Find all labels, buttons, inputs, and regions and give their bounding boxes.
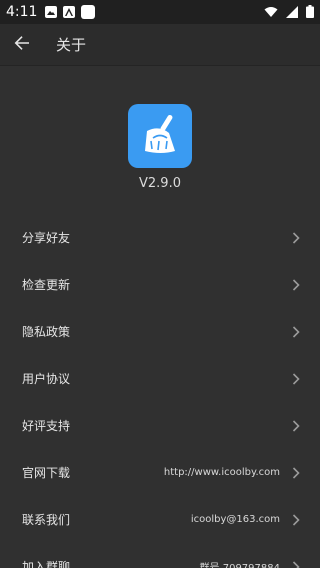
- menu-item-label: 用户协议: [22, 372, 71, 386]
- arrow-left-icon: [14, 35, 30, 55]
- chevron-right-icon: [292, 372, 300, 385]
- chevron-right-icon: [292, 231, 300, 244]
- notification-icons: [45, 5, 96, 19]
- menu-item-label: 检查更新: [22, 278, 71, 292]
- chevron-right-icon: [292, 278, 300, 291]
- broom-icon: [137, 111, 183, 161]
- status-bar: 4:11: [0, 0, 320, 24]
- menu-item-contact-us[interactable]: 联系我们 icoolby@163.com: [0, 496, 320, 543]
- page-title: 关于: [56, 36, 87, 54]
- wifi-icon: [264, 3, 278, 22]
- menu-item-check-update[interactable]: 检查更新: [0, 261, 320, 308]
- chevron-right-icon: [292, 466, 300, 479]
- menu-item-label: 联系我们: [22, 513, 71, 527]
- back-button[interactable]: [0, 24, 44, 66]
- menu-item-value: icoolby@163.com: [190, 514, 280, 525]
- menu-item-label: 好评支持: [22, 419, 71, 433]
- chevron-right-icon: [292, 560, 300, 568]
- battery-icon: [306, 3, 314, 22]
- menu-item-label: 官网下载: [22, 466, 71, 480]
- menu-item-rate-support[interactable]: 好评支持: [0, 402, 320, 449]
- app-notification-icon: [63, 6, 76, 18]
- menu-item-label: 加入群聊: [22, 560, 71, 568]
- image-notification-icon: [45, 6, 58, 18]
- menu-item-share[interactable]: 分享好友: [0, 214, 320, 261]
- square-notification-icon: [81, 5, 96, 19]
- menu-item-privacy-policy[interactable]: 隐私政策: [0, 308, 320, 355]
- chevron-right-icon: [292, 325, 300, 338]
- app-logo: [128, 104, 192, 168]
- menu-item-label: 隐私政策: [22, 325, 71, 339]
- chevron-right-icon: [292, 419, 300, 432]
- menu-item-user-agreement[interactable]: 用户协议: [0, 355, 320, 402]
- menu-item-official-site[interactable]: 官网下载 http://www.icoolby.com: [0, 449, 320, 496]
- menu-item-join-group[interactable]: 加入群聊 群号 709797884: [0, 543, 320, 568]
- status-time: 4:11: [6, 4, 38, 20]
- app-bar: 关于: [0, 24, 320, 66]
- signal-icon: [286, 3, 298, 22]
- menu-item-value: 群号 709797884: [200, 559, 280, 568]
- status-right: [264, 0, 314, 24]
- menu-item-value: http://www.icoolby.com: [163, 467, 280, 478]
- menu-item-label: 分享好友: [22, 231, 71, 245]
- app-version: V2.9.0: [139, 176, 181, 191]
- about-menu: 分享好友 检查更新 隐私政策 用户协议 好评支持 官网下载 http://www…: [0, 214, 320, 568]
- chevron-right-icon: [292, 513, 300, 526]
